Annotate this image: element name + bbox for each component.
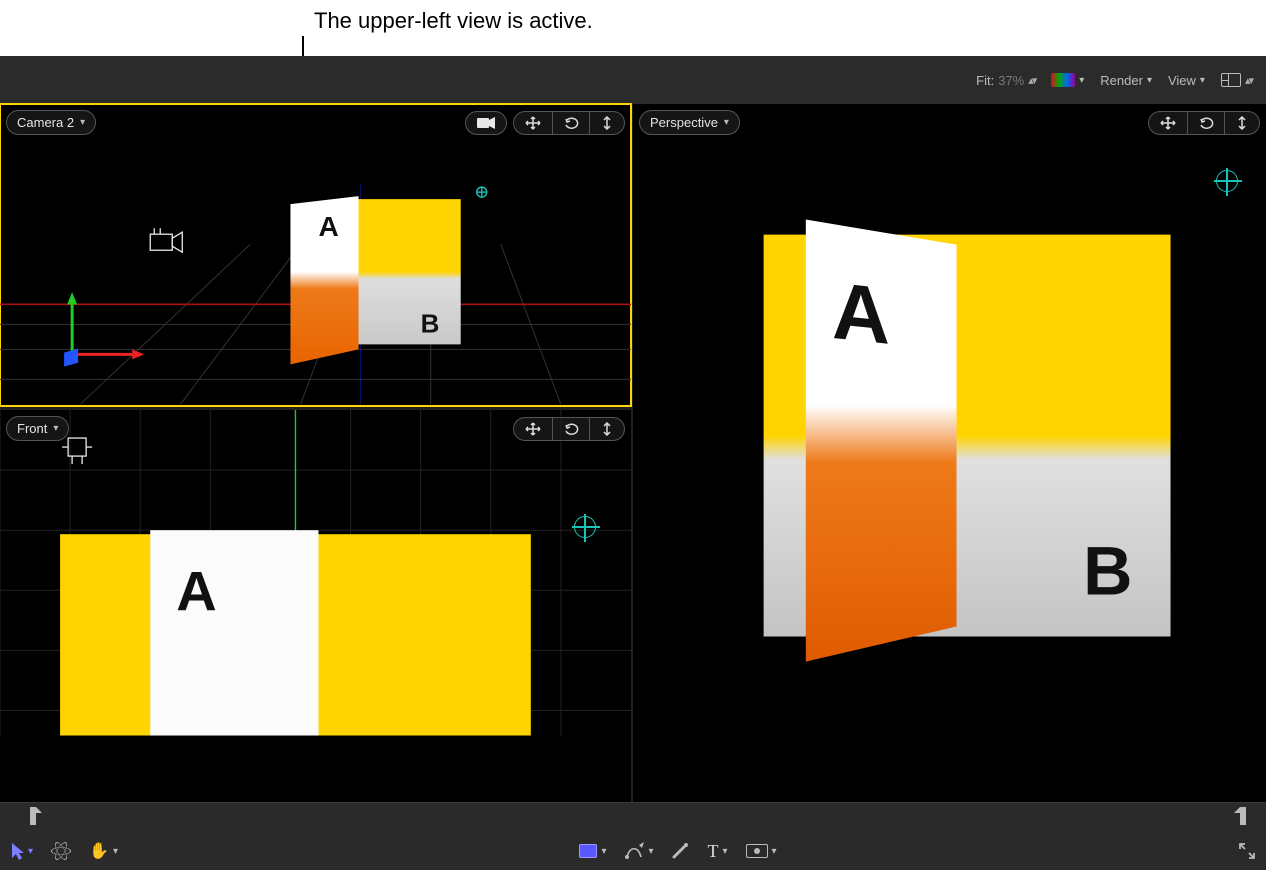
sort-glyph-icon: ▴▾	[1028, 74, 1035, 87]
view-label: View	[1168, 73, 1196, 88]
viewports-container: A B Camera 2 ▾	[0, 104, 1266, 802]
chevron-down-icon: ▾	[772, 846, 777, 857]
dolly-icon	[600, 116, 614, 130]
camera-menu[interactable]: Front ▾	[6, 416, 69, 441]
viewport-upper-left[interactable]: A B Camera 2 ▾	[0, 104, 631, 406]
chevron-down-icon: ▾	[648, 846, 653, 857]
svg-text:A: A	[318, 211, 338, 242]
camera-label: Front	[17, 421, 47, 436]
mask-icon	[746, 844, 768, 858]
camera-menu[interactable]: Perspective ▾	[639, 110, 740, 135]
viewport-canvas: A B	[633, 104, 1266, 747]
mask-tool[interactable]: ▾	[746, 844, 777, 858]
orbit-icon	[563, 422, 579, 436]
bezier-tool[interactable]: ▾	[624, 842, 653, 860]
text-tool[interactable]: T ▾	[708, 841, 728, 862]
pen-icon	[624, 842, 644, 860]
arrow-cursor-icon	[10, 842, 24, 860]
svg-text:A: A	[176, 559, 216, 622]
3d-transform-tool[interactable]	[51, 841, 71, 861]
sort-glyph-icon: ▴▾	[1245, 74, 1252, 87]
3d-scene-icon	[574, 516, 596, 538]
orbit-button[interactable]	[553, 112, 590, 134]
dolly-button[interactable]	[590, 418, 624, 440]
color-channel-popup[interactable]: ▾	[1051, 73, 1084, 87]
pan-tool[interactable]: ✋ ▾	[89, 841, 118, 861]
chevron-down-icon: ▾	[724, 117, 729, 128]
rectangle-tool[interactable]: ▾	[579, 844, 606, 858]
chevron-down-icon: ▾	[1079, 75, 1084, 86]
atom-icon	[51, 841, 71, 861]
pan-icon	[1159, 116, 1177, 130]
viewport-layout-popup[interactable]: ▴▾	[1221, 73, 1252, 87]
hand-icon: ✋	[89, 841, 109, 861]
dolly-button[interactable]	[590, 112, 624, 134]
chevron-down-icon: ▾	[1200, 75, 1205, 86]
color-swatch-icon	[1051, 73, 1075, 87]
paint-stroke-tool[interactable]	[672, 843, 690, 859]
player-fullscreen[interactable]	[1238, 842, 1256, 860]
render-label: Render	[1100, 73, 1143, 88]
chevron-down-icon: ▾	[723, 846, 728, 857]
orbit-icon	[563, 116, 579, 130]
chevron-down-icon: ▾	[80, 117, 85, 128]
pan-icon	[524, 116, 542, 130]
orbit-button[interactable]	[1188, 112, 1225, 134]
chevron-down-icon: ▾	[28, 846, 33, 857]
view-popup[interactable]: View ▾	[1168, 73, 1205, 88]
pan-button[interactable]	[514, 418, 553, 440]
callout-annotation: The upper-left view is active.	[314, 8, 593, 40]
text-icon: T	[708, 841, 719, 862]
brush-icon	[672, 843, 690, 859]
view-nav-controls	[1148, 111, 1260, 135]
chevron-down-icon: ▾	[601, 846, 606, 857]
canvas-toolbar: ▾ ✋ ▾ ▾ ▾ T ▾ ▾	[0, 832, 1266, 870]
chevron-down-icon: ▾	[53, 423, 58, 434]
3d-scene-icon	[1216, 170, 1238, 192]
orbit-button[interactable]	[553, 418, 590, 440]
camera-menu[interactable]: Camera 2 ▾	[6, 110, 96, 135]
svg-text:A: A	[832, 266, 890, 362]
expand-icon	[1238, 842, 1256, 860]
camera-label: Perspective	[650, 115, 718, 130]
pan-button[interactable]	[514, 112, 553, 134]
canvas-topbar: Fit: 37% ▴▾ ▾ Render ▾ View ▾ ▴▾	[0, 56, 1266, 104]
pan-icon	[524, 422, 542, 436]
view-nav-controls	[513, 417, 625, 441]
fit-zoom-control[interactable]: Fit: 37% ▴▾	[976, 73, 1035, 88]
layout-icon	[1221, 73, 1241, 87]
fit-value: 37%	[998, 73, 1024, 88]
timeline-ruler[interactable]	[0, 802, 1266, 832]
play-range-in-marker[interactable]	[30, 807, 44, 825]
callout-text: The upper-left view is active.	[314, 8, 593, 33]
svg-text:B: B	[421, 308, 440, 338]
orbit-icon	[1198, 116, 1214, 130]
select-tool[interactable]: ▾	[10, 842, 33, 860]
viewport-right[interactable]: A B Perspective ▾	[633, 104, 1266, 802]
viewport-canvas: A	[0, 410, 631, 736]
viewport-lower-left[interactable]: A Front ▾	[0, 410, 631, 802]
dolly-button[interactable]	[1225, 112, 1259, 134]
camera-label: Camera 2	[17, 115, 74, 130]
pan-button[interactable]	[1149, 112, 1188, 134]
play-range-out-marker[interactable]	[1232, 807, 1246, 825]
canvas-app: Fit: 37% ▴▾ ▾ Render ▾ View ▾ ▴▾	[0, 56, 1266, 870]
camera-icon	[476, 117, 496, 129]
view-nav-controls	[513, 111, 625, 135]
render-popup[interactable]: Render ▾	[1100, 73, 1152, 88]
fit-label: Fit:	[976, 73, 994, 88]
chevron-down-icon: ▾	[1147, 75, 1152, 86]
chevron-down-icon: ▾	[113, 846, 118, 857]
rectangle-icon	[579, 844, 597, 858]
svg-text:B: B	[1083, 533, 1132, 609]
dolly-icon	[600, 422, 614, 436]
camera-solo-button[interactable]	[465, 111, 507, 135]
viewport-canvas: A B	[0, 104, 631, 404]
dolly-icon	[1235, 116, 1249, 130]
